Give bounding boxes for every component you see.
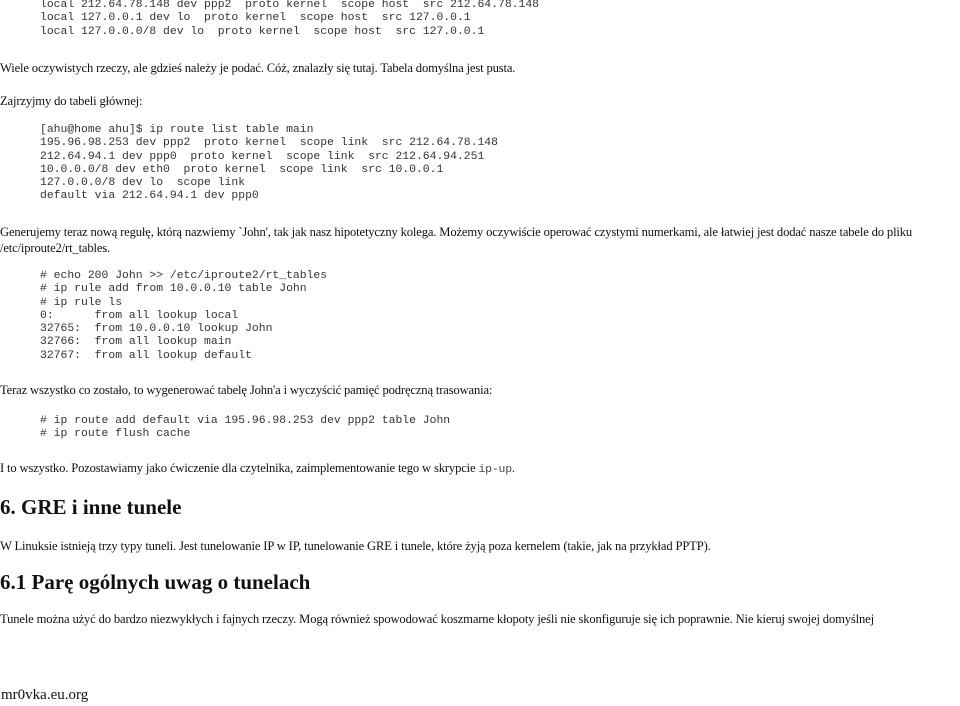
code-line: 32766: from all lookup main [40, 336, 232, 349]
code-line: 10.0.0.0/8 dev eth0 proto kernel scope l… [40, 163, 444, 176]
footer-site-name: mr0vka.eu.org [1, 687, 89, 703]
code-line: # ip route flush cache [40, 428, 191, 441]
code-block-route-add: # ip route add default via 195.96.98.253… [0, 415, 450, 442]
code-line: 127.0.0.0/8 dev lo scope link [40, 177, 246, 190]
paragraph-main-table-intro: Zajrzyjmy do tabeli głównej: [0, 94, 143, 108]
code-line: 0: from all lookup local [40, 309, 239, 322]
inline-code-ip-up: ip-up [478, 464, 512, 476]
code-line: # echo 200 John >> /etc/iproute2/rt_tabl… [40, 270, 328, 282]
paragraph-text: I to wszystko. Pozostawiamy jako ćwiczen… [0, 461, 479, 475]
heading-section-6: 6. GRE i inne tunele [0, 495, 182, 519]
paragraph-tunnel-types: W Linuksie istnieją trzy typy tuneli. Je… [0, 539, 711, 553]
paragraph-new-rule: Generujemy teraz nową regułę, którą nazw… [0, 225, 913, 255]
code-line: default via 212.64.94.1 dev ppp0 [40, 190, 259, 203]
code-block-local-routes: local 212.64.78.148 dev ppp2 proto kerne… [0, 0, 539, 39]
code-line: 32767: from all lookup default [40, 349, 252, 362]
paragraph-text-end: . [511, 461, 515, 475]
paragraph-tunnel-notes: Tunele można użyć do bardzo niezwykłych … [0, 612, 874, 626]
code-line: local 127.0.0.0/8 dev lo proto kernel sc… [40, 25, 485, 38]
code-line: # ip rule add from 10.0.0.10 table John [40, 283, 307, 296]
code-block-main-table: [ahu@home ahu]$ ip route list table main… [0, 124, 498, 204]
code-block-ip-rules: # echo 200 John >> /etc/iproute2/rt_tabl… [0, 270, 327, 363]
code-line: local 127.0.0.1 dev lo proto kernel scop… [40, 12, 471, 25]
code-line: 212.64.94.1 dev ppp0 proto kernel scope … [40, 150, 485, 163]
heading-section-6-1: 6.1 Parę ogólnych uwag o tunelach [0, 570, 311, 594]
code-line: # ip rule ls [40, 296, 123, 309]
paragraph-default-table-empty: Wiele oczywistych rzeczy, ale gdzieś nal… [0, 61, 516, 75]
code-line: [ahu@home ahu]$ ip route list table main [40, 124, 314, 136]
paragraph-thats-all: I to wszystko. Pozostawiamy jako ćwiczen… [0, 460, 960, 478]
code-line: # ip route add default via 195.96.98.253… [40, 415, 451, 427]
paragraph-remaining-steps: Teraz wszystko co zostało, to wygenerowa… [0, 383, 493, 397]
code-line: 195.96.98.253 dev ppp2 proto kernel scop… [40, 137, 498, 150]
code-line: 32765: from 10.0.0.10 lookup John [40, 323, 273, 336]
code-line: local 212.64.78.148 dev ppp2 proto kerne… [40, 0, 539, 11]
